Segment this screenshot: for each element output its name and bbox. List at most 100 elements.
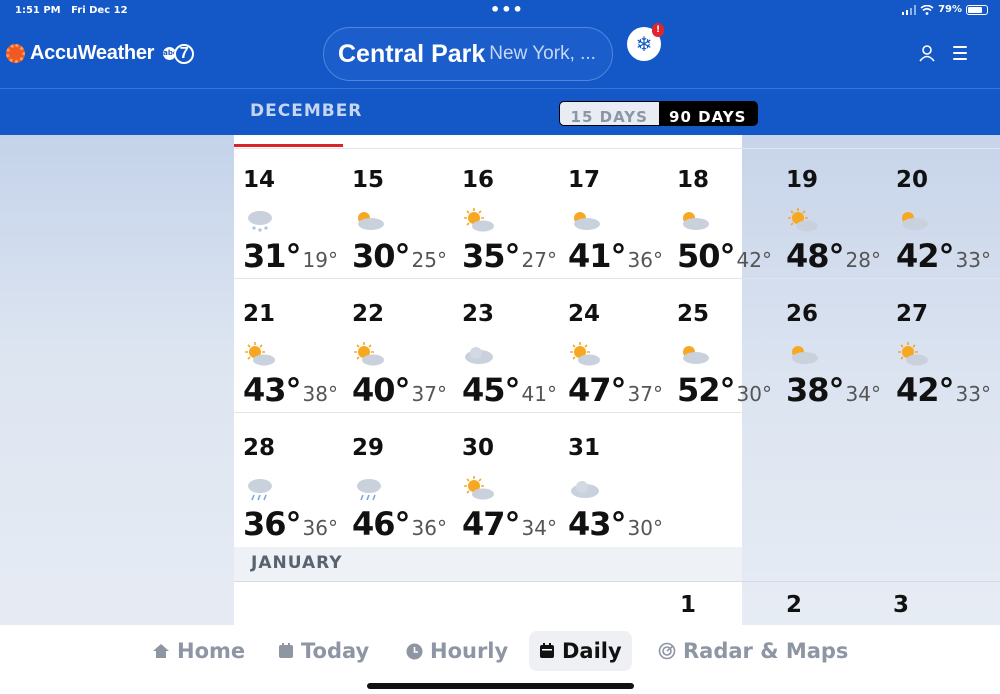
- home-indicator[interactable]: [367, 683, 634, 689]
- next-month-day[interactable]: 3: [893, 592, 909, 618]
- mostly-cloudy-sun-icon: [786, 341, 820, 369]
- high-temp: 52°: [677, 371, 736, 409]
- temperature: 42° 33°: [896, 371, 991, 409]
- high-temp: 46°: [352, 505, 411, 543]
- signal-icon: [902, 4, 917, 15]
- day-cell[interactable]: 22 40° 37°: [343, 281, 453, 415]
- day-cell[interactable]: 20 42° 33°: [887, 147, 997, 281]
- temperature: 43° 30°: [568, 505, 663, 543]
- range-toggle: 15 DAYS 90 DAYS: [559, 101, 758, 126]
- status-bar: 1:51 PM Fri Dec 12 ••• 79%: [0, 0, 1000, 24]
- day-cell[interactable]: 24 47° 37°: [559, 281, 669, 415]
- high-temp: 36°: [243, 505, 302, 543]
- day-cell[interactable]: 31 43° 30°: [559, 415, 669, 549]
- month-label: DECEMBER: [250, 101, 363, 121]
- partly-sunny-icon: [462, 475, 496, 503]
- high-temp: 43°: [243, 371, 302, 409]
- location-region: New York, ...: [489, 43, 596, 64]
- day-number: 22: [352, 301, 385, 327]
- radar-icon: [658, 642, 676, 660]
- battery-icon: [966, 4, 988, 15]
- wifi-icon: [920, 4, 934, 15]
- temperature: 45° 41°: [462, 371, 557, 409]
- day-number: 25: [677, 301, 710, 327]
- day-cell[interactable]: 29 46° 36°: [343, 415, 453, 549]
- day-cell[interactable]: 30 47° 34°: [453, 415, 563, 549]
- day-cell[interactable]: 17 41° 36°: [559, 147, 669, 281]
- low-temp: 34°: [521, 516, 557, 540]
- mostly-cloudy-sun-icon: [677, 207, 711, 235]
- low-temp: 36°: [411, 516, 447, 540]
- nav-radar-maps[interactable]: Radar & Maps: [648, 631, 858, 671]
- day-number: 17: [568, 167, 601, 193]
- partly-sunny-icon: [786, 207, 820, 235]
- partly-sunny-icon: [462, 207, 496, 235]
- temperature: 36° 36°: [243, 505, 338, 543]
- nav-daily[interactable]: Daily: [529, 631, 632, 671]
- battery-percent: 79%: [938, 4, 962, 15]
- weather-alert-button[interactable]: ❄ !: [627, 23, 664, 61]
- day-number: 26: [786, 301, 819, 327]
- brand[interactable]: AccuWeather abc 7: [6, 42, 195, 65]
- accuweather-sun-icon: [6, 44, 25, 63]
- location-selector[interactable]: Central Park New York, ...: [323, 27, 613, 81]
- low-temp: 30°: [736, 382, 772, 406]
- next-month-day[interactable]: 1: [680, 592, 696, 618]
- nav-home[interactable]: Home: [142, 631, 255, 671]
- high-temp: 38°: [786, 371, 845, 409]
- low-temp: 37°: [627, 382, 663, 406]
- low-temp: 34°: [845, 382, 881, 406]
- temperature: 30° 25°: [352, 237, 447, 275]
- temperature: 35° 27°: [462, 237, 557, 275]
- mostly-cloudy-sun-icon: [352, 207, 386, 235]
- multitasking-dots-icon[interactable]: •••: [490, 0, 524, 19]
- high-temp: 43°: [568, 505, 627, 543]
- menu-icon[interactable]: [953, 46, 967, 64]
- low-temp: 41°: [521, 382, 557, 406]
- temperature: 48° 28°: [786, 237, 881, 275]
- day-cell[interactable]: 28 36° 36°: [234, 415, 344, 549]
- app-header: AccuWeather abc 7 Central Park New York,…: [0, 23, 1000, 88]
- low-temp: 27°: [521, 248, 557, 272]
- toggle-90-days[interactable]: 90 DAYS: [658, 102, 757, 125]
- high-temp: 41°: [568, 237, 627, 275]
- low-temp: 42°: [736, 248, 772, 272]
- day-number: 14: [243, 167, 276, 193]
- day-number: 16: [462, 167, 495, 193]
- day-cell[interactable]: 16 35° 27°: [453, 147, 563, 281]
- toggle-15-days[interactable]: 15 DAYS: [560, 102, 659, 125]
- temperature: 43° 38°: [243, 371, 338, 409]
- low-temp: 36°: [302, 516, 338, 540]
- low-temp: 36°: [627, 248, 663, 272]
- mostly-cloudy-sun-icon: [677, 341, 711, 369]
- day-cell[interactable]: 18 50° 42°: [668, 147, 778, 281]
- day-cell[interactable]: 23 45° 41°: [453, 281, 563, 415]
- day-cell[interactable]: 19 48° 28°: [777, 147, 887, 281]
- day-cell[interactable]: 14 31° 19°: [234, 147, 344, 281]
- next-month-day[interactable]: 2: [786, 592, 802, 618]
- day-number: 27: [896, 301, 929, 327]
- divider: [234, 581, 1000, 582]
- rain-icon: [352, 475, 386, 503]
- day-number: 21: [243, 301, 276, 327]
- high-temp: 47°: [568, 371, 627, 409]
- low-temp: 33°: [955, 382, 991, 406]
- day-cell[interactable]: 15 30° 25°: [343, 147, 453, 281]
- divider: [234, 412, 1000, 413]
- temperature: 40° 37°: [352, 371, 447, 409]
- user-icon[interactable]: [918, 44, 936, 62]
- calendar-icon: [279, 643, 293, 658]
- day-number: 24: [568, 301, 601, 327]
- nav-hourly[interactable]: Hourly: [396, 631, 518, 671]
- day-cell[interactable]: 25 52° 30°: [668, 281, 778, 415]
- nav-today[interactable]: Today: [268, 631, 379, 671]
- day-number: 20: [896, 167, 929, 193]
- temperature: 50° 42°: [677, 237, 772, 275]
- mostly-cloudy-sun-icon: [568, 207, 602, 235]
- temperature: 46° 36°: [352, 505, 447, 543]
- day-cell[interactable]: 21 43° 38°: [234, 281, 344, 415]
- day-number: 30: [462, 435, 495, 461]
- high-temp: 50°: [677, 237, 736, 275]
- day-cell[interactable]: 26 38° 34°: [777, 281, 887, 415]
- day-cell[interactable]: 27 42° 33°: [887, 281, 997, 415]
